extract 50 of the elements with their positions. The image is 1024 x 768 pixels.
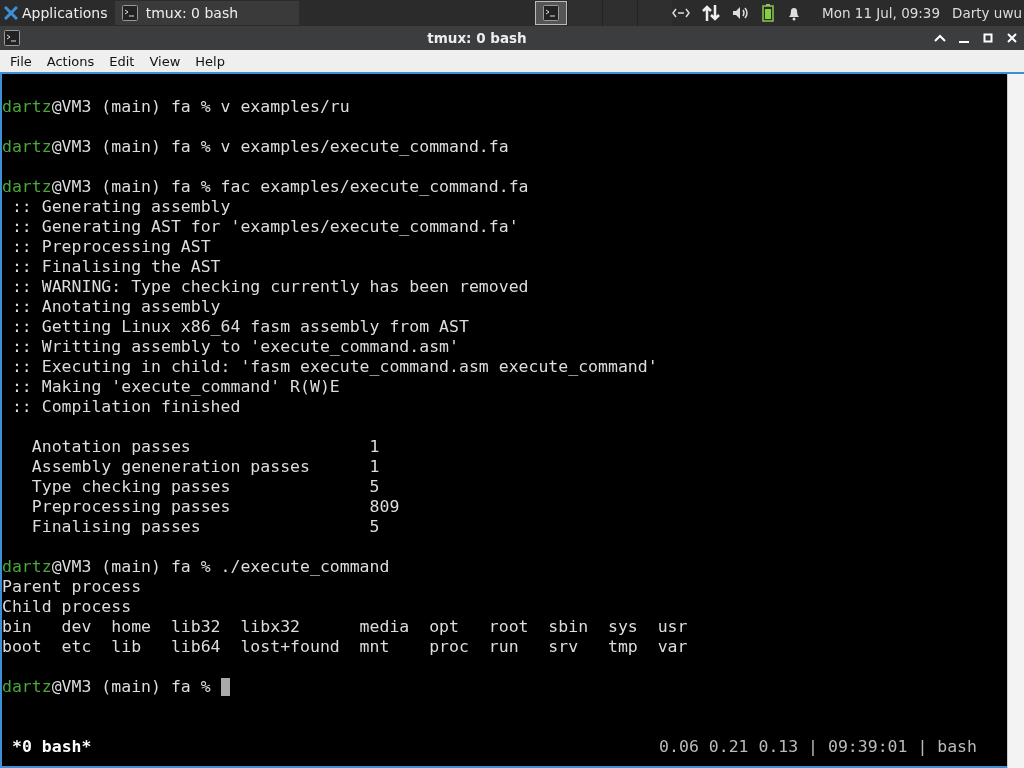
output-line: Preprocessing passes 809 (30, 497, 400, 517)
terminal-icon (4, 30, 20, 46)
user-name[interactable]: Darty uwu (952, 5, 1022, 21)
prompt-line: dartz@VM3 (main) fa % v examples/execute_command.fa (2, 137, 509, 157)
output-line: :: Getting Linux x86_64 fasm assembly from AST (10, 317, 469, 337)
terminal-icon (121, 5, 138, 21)
output-line: :: Making 'execute_command' R(W)E (10, 377, 340, 397)
window-list: *0 bash* (12, 736, 92, 756)
output-line: bin dev home lib32 libx32 media opt root sbin sys usr (2, 617, 688, 637)
prompt-line: dartz@VM3 (main) fa % ./execute_command (2, 557, 390, 577)
network-icon[interactable] (672, 6, 691, 20)
output-line: :: Preprocessing AST (10, 237, 211, 257)
output-line: :: Generating assembly (10, 197, 231, 217)
output-line: :: Generating AST for 'examples/execute_command.fa' (10, 217, 519, 237)
window-title: tmux: 0 bash (426, 30, 528, 46)
output-line: Anotation passes 1 (30, 437, 380, 457)
applications-menu[interactable]: Applications (0, 0, 109, 26)
menu-item[interactable]: File (4, 53, 38, 69)
maximize-icon[interactable] (982, 32, 994, 44)
output-line: Assembly geneneration passes 1 (30, 457, 380, 477)
battery-icon[interactable] (762, 4, 775, 22)
status-info: 0.06 0.21 0.13 | 09:39:01 | bash (659, 736, 977, 756)
x-logo-icon (4, 6, 18, 20)
close-icon[interactable] (1006, 32, 1018, 44)
output-line: :: Finalising the AST (10, 257, 221, 277)
menu-item[interactable]: Actions (40, 53, 101, 69)
up-down-arrows-icon[interactable] (702, 4, 721, 22)
menu-item[interactable]: Help (189, 53, 231, 69)
output-line: boot etc lib lib64 lost+found mnt proc run srv tmp var (2, 637, 688, 657)
terminal-icon (543, 5, 560, 21)
prompt-line: dartz@VM3 (main) fa % (2, 677, 212, 697)
output-line: :: Writting assembly to 'execute_command.asm' (10, 337, 459, 357)
scrollbar[interactable] (1007, 74, 1024, 768)
output-line: Type checking passes 5 (30, 477, 380, 497)
volume-icon[interactable] (732, 5, 751, 21)
workspace-button[interactable] (535, 1, 568, 25)
output-line: :: Executing in child: 'fasm execute_command.asm execute_command' (10, 357, 658, 377)
prompt-line: dartz@VM3 (main) fa % v examples/ru (2, 97, 350, 117)
menu-item[interactable]: View (143, 53, 187, 69)
taskbar-button[interactable]: tmux: 0 bash (114, 1, 300, 25)
output-line: :: Compilation finished (10, 397, 241, 417)
menu-item[interactable]: Edit (103, 53, 141, 69)
output-line: :: WARNING: Type checking currently has been removed (10, 277, 529, 297)
output-line: Parent process (2, 577, 142, 597)
output-line: Child process (2, 597, 132, 617)
prompt-line: dartz@VM3 (main) fa % fac examples/execute_command.fa (2, 177, 529, 197)
output-line: :: Anotating assembly (10, 297, 221, 317)
collapse-icon[interactable] (934, 32, 946, 44)
clock[interactable]: Mon 11 Jul, 09:39 (822, 5, 941, 21)
output-line: Finalising passes 5 (30, 517, 380, 537)
